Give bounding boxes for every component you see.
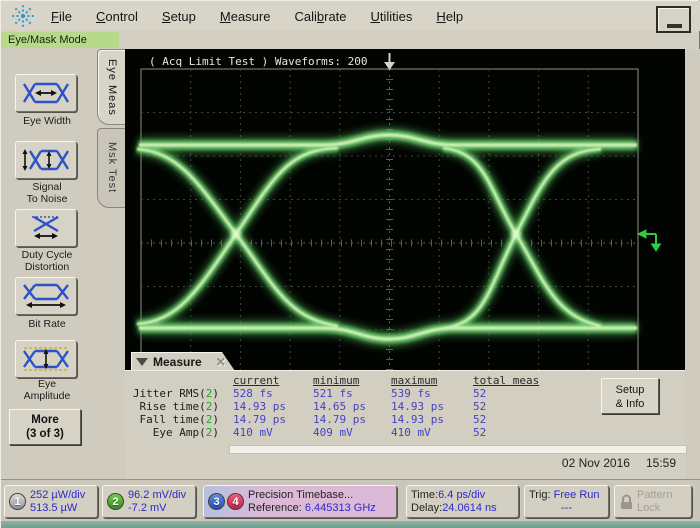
panel-bottom-strip (229, 445, 687, 454)
channel-3-badge: 3 (208, 493, 225, 510)
channel-1-badge: 1 (9, 493, 26, 510)
more-button[interactable]: More(3 of 3) (9, 409, 81, 445)
measure-row-fall-time: Fall time(2) 14.79 ps14.79 ps 14.93 ps52 (125, 413, 685, 425)
channel-2-badge: 2 (107, 493, 124, 510)
channel-marker-arrow-icon (638, 230, 661, 251)
menu-file[interactable]: File (51, 9, 72, 24)
eye-amplitude-label: EyeAmplitude (1, 378, 93, 402)
minimize-button[interactable] (656, 6, 691, 33)
eye-width-label: Eye Width (1, 115, 93, 127)
datetime: 02 Nov 2016 15:59 (451, 456, 676, 470)
bit-rate-label: Bit Rate (1, 318, 93, 330)
tab-msk-test[interactable]: Msk Test (97, 128, 126, 208)
duty-cycle-distortion-icon (22, 215, 70, 241)
date-label: 02 Nov 2016 (562, 456, 630, 470)
signal-to-noise-icon (22, 147, 70, 173)
measure-panel-tab[interactable]: Measure ✕ (131, 352, 235, 371)
menu-utilities[interactable]: Utilities (371, 9, 413, 24)
timebase-scale-button[interactable]: Time:6.4 ps/div Delay:24.0614 ns (406, 485, 519, 518)
time-label: 15:59 (646, 456, 676, 470)
duty-cycle-distortion-label: Duty CycleDistortion (1, 249, 93, 273)
setup-info-button[interactable]: Setup& Info (601, 378, 659, 414)
menu-help[interactable]: Help (436, 9, 463, 24)
menu-bar: File Control Setup Measure Calibrate Uti… (1, 1, 700, 31)
bit-rate-button[interactable] (15, 277, 77, 315)
signal-to-noise-button[interactable] (15, 141, 77, 179)
collapse-triangle-icon (136, 358, 148, 366)
lock-icon (619, 494, 634, 510)
trigger-button[interactable]: Trig: Free Run --- (524, 485, 609, 518)
eye-width-icon (22, 80, 70, 106)
acq-limit-text: ( Acq Limit Test ) Waveforms: 200 (149, 55, 368, 68)
menu-calibrate[interactable]: Calibrate (294, 9, 346, 24)
eye-trace-mid (137, 135, 637, 339)
measure-panel-title: Measure (153, 355, 202, 369)
channel-1-button[interactable]: 1 252 µW/div513.5 µW (4, 485, 98, 518)
close-icon[interactable]: ✕ (216, 355, 226, 369)
time-reference-arrow-icon (384, 53, 395, 70)
eye-amplitude-button[interactable] (15, 340, 77, 378)
channel-2-button[interactable]: 2 96.2 mV/div-7.2 mV (102, 485, 196, 518)
status-bar: 1 252 µW/div513.5 µW 2 96.2 mV/div-7.2 m… (1, 479, 700, 521)
measure-row-eye-amp: Eye Amp(2) 410 mV409 mV 410 mV52 (125, 426, 685, 438)
right-bezel (685, 49, 700, 479)
tab-eye-meas[interactable]: Eye Meas (97, 49, 126, 125)
agilent-spark-icon (9, 3, 37, 29)
signal-to-noise-label: SignalTo Noise (1, 181, 93, 205)
menu-measure[interactable]: Measure (220, 9, 271, 24)
precision-timebase-button[interactable]: 3 4 Precision Timebase... Reference: 6.4… (203, 485, 397, 518)
minimize-icon (667, 24, 682, 28)
channel-4-badge: 4 (227, 493, 244, 510)
mode-label: Eye/Mask Mode (1, 32, 119, 48)
bit-rate-icon (22, 283, 70, 309)
menu-control[interactable]: Control (96, 9, 138, 24)
duty-cycle-distortion-button[interactable] (15, 209, 77, 247)
eye-amplitude-icon (22, 346, 70, 372)
bottom-strip (1, 521, 700, 528)
menu-setup[interactable]: Setup (162, 9, 196, 24)
scope-window: { "menu": { "items": [ {"pre":"","u":"F"… (0, 0, 700, 528)
eye-width-button[interactable] (15, 74, 77, 112)
pattern-lock-button[interactable]: PatternLock (614, 485, 692, 518)
